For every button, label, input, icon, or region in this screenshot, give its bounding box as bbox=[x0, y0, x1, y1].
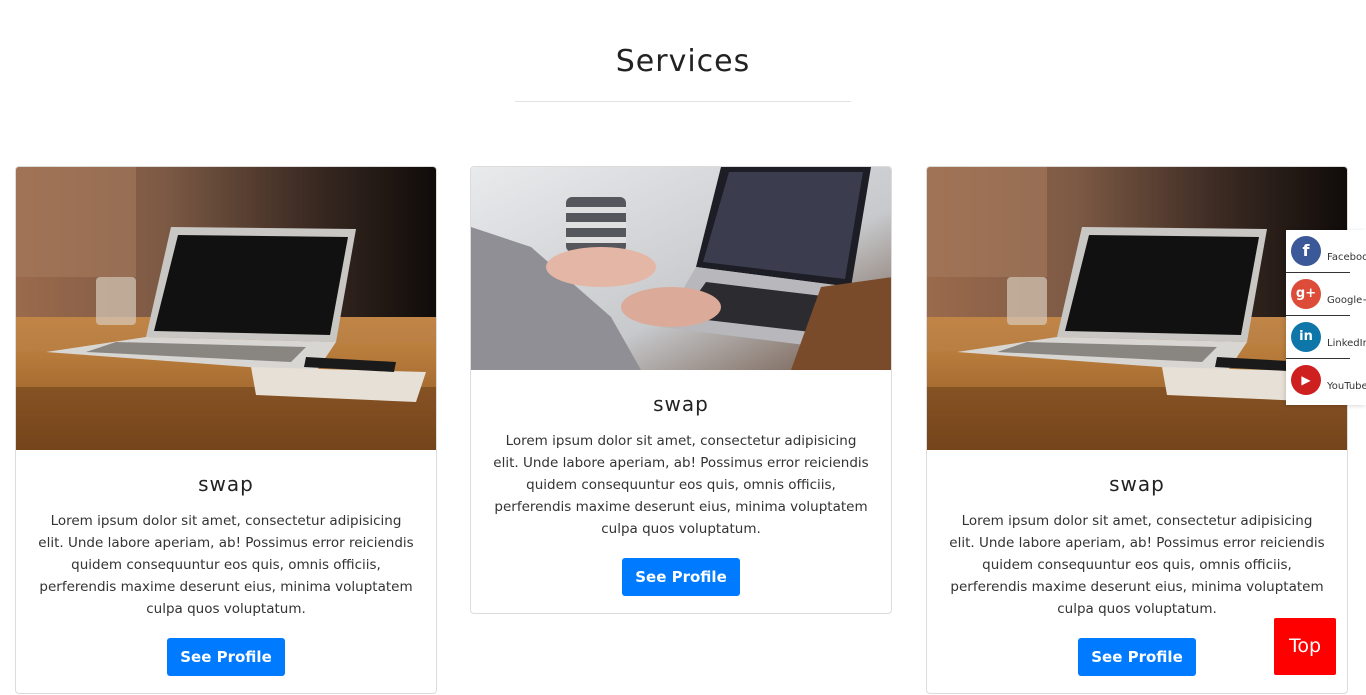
social-link-google-plus[interactable]: g+ Google+ bbox=[1286, 273, 1366, 316]
service-card: swap Lorem ipsum dolor sit amet, consect… bbox=[15, 166, 437, 694]
service-card: swap Lorem ipsum dolor sit amet, consect… bbox=[470, 166, 892, 614]
facebook-icon: f bbox=[1291, 236, 1321, 266]
social-link-linkedin[interactable]: in LinkedIn bbox=[1286, 316, 1366, 359]
social-label: LinkedIn bbox=[1327, 338, 1366, 349]
service-card: swap Lorem ipsum dolor sit amet, consect… bbox=[926, 166, 1348, 694]
see-profile-button[interactable]: See Profile bbox=[622, 558, 740, 596]
laptop-desk-image bbox=[16, 167, 436, 450]
social-label: Google+ bbox=[1327, 295, 1366, 306]
card-description: Lorem ipsum dolor sit amet, consectetur … bbox=[493, 433, 869, 537]
social-link-facebook[interactable]: f Faceboo bbox=[1286, 230, 1366, 273]
social-link-youtube[interactable]: ▶ YouTube bbox=[1286, 359, 1366, 402]
card-title: swap bbox=[198, 472, 254, 496]
social-sidebar: f Faceboo g+ Google+ in LinkedIn ▶ YouTu… bbox=[1286, 230, 1366, 405]
social-label: Faceboo bbox=[1327, 252, 1366, 263]
laptop-desk-image bbox=[927, 167, 1347, 450]
page-title: Services bbox=[615, 44, 751, 79]
title-divider bbox=[515, 101, 851, 102]
social-label: YouTube bbox=[1327, 381, 1366, 392]
typing-laptop-image bbox=[471, 167, 891, 370]
linkedin-icon: in bbox=[1291, 322, 1321, 352]
card-description: Lorem ipsum dolor sit amet, consectetur … bbox=[38, 513, 414, 617]
see-profile-button[interactable]: See Profile bbox=[167, 638, 285, 676]
see-profile-button[interactable]: See Profile bbox=[1078, 638, 1196, 676]
card-title: swap bbox=[1109, 472, 1165, 496]
card-description: Lorem ipsum dolor sit amet, consectetur … bbox=[949, 513, 1325, 617]
youtube-icon: ▶ bbox=[1291, 365, 1321, 395]
scroll-to-top-button[interactable]: Top bbox=[1274, 618, 1336, 675]
card-title: swap bbox=[653, 392, 709, 416]
google-plus-icon: g+ bbox=[1291, 279, 1321, 309]
